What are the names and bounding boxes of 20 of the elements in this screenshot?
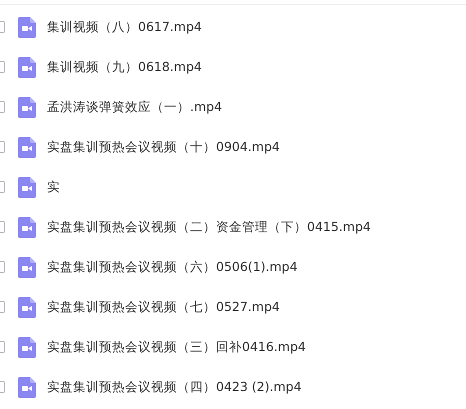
- video-file-icon: [18, 296, 36, 318]
- file-name[interactable]: 实盘集训预热会议视频（四）0423 (2).mp4: [47, 378, 302, 396]
- file-name[interactable]: 孟洪涛谈弹簧效应（一）.mp4: [47, 98, 222, 116]
- file-name[interactable]: 实盘集训预热会议视频（三）回补0416.mp4: [47, 338, 306, 356]
- video-file-icon: [18, 96, 36, 118]
- video-file-icon: [18, 336, 36, 358]
- file-name[interactable]: 实盘集训预热会议视频（十）0904.mp4: [47, 138, 280, 156]
- file-name[interactable]: 实盘集训预热会议视频（七）0527.mp4: [47, 298, 280, 316]
- file-name[interactable]: 集训视频（八）0617.mp4: [47, 18, 202, 36]
- file-name[interactable]: 实盘集训预热会议视频（六）0506(1).mp4: [47, 258, 298, 276]
- file-name[interactable]: 实: [47, 178, 60, 196]
- file-name[interactable]: 集训视频（九）0618.mp4: [47, 58, 202, 76]
- file-name[interactable]: 实盘集训预热会议视频（二）资金管理（下）0415.mp4: [47, 218, 371, 236]
- video-file-icon: [18, 176, 36, 198]
- video-file-icon: [18, 16, 36, 38]
- video-file-icon: [18, 216, 36, 238]
- video-file-icon: [18, 56, 36, 78]
- video-file-icon: [18, 136, 36, 158]
- video-file-icon: [18, 256, 36, 278]
- video-file-icon: [18, 376, 36, 398]
